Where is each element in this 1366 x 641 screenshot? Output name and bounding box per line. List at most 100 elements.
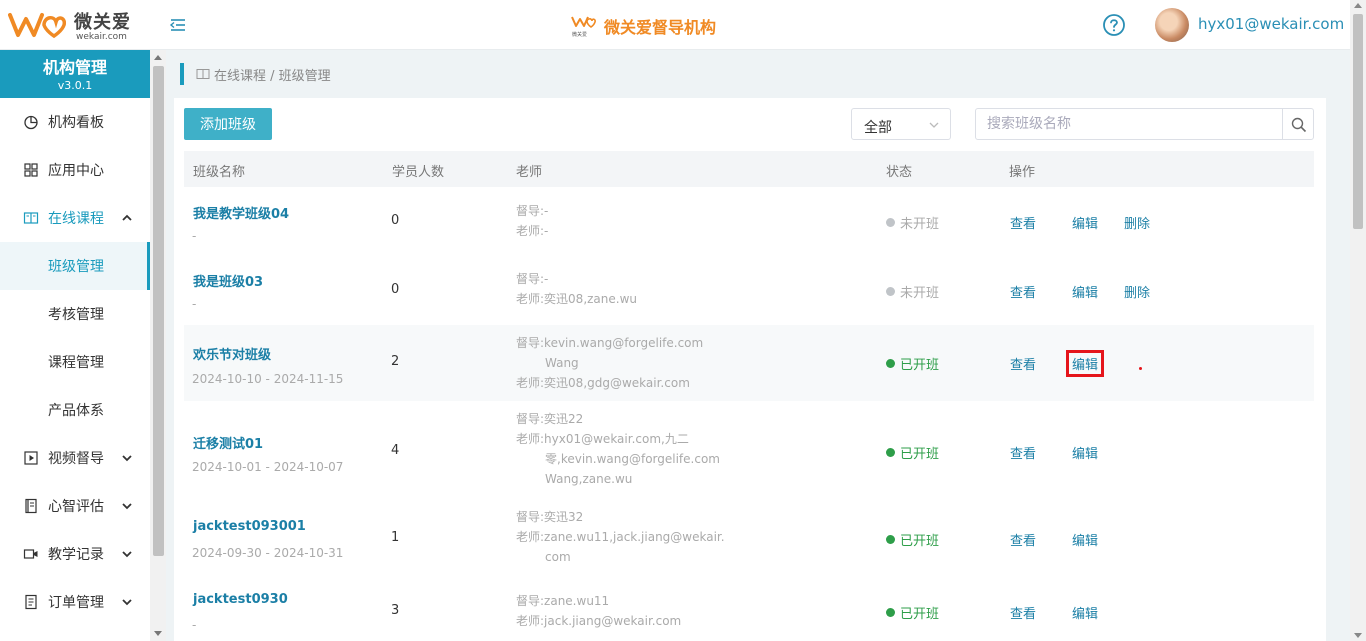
class-name[interactable]: 我是教学班级04	[193, 203, 289, 222]
status-filter-select[interactable]: 全部	[851, 108, 951, 140]
status-badge: 已开班	[886, 530, 939, 549]
notebook-icon	[25, 498, 37, 514]
status-dot	[886, 448, 895, 457]
view-link[interactable]: 查看	[1010, 282, 1036, 301]
user-avatar[interactable]	[1155, 8, 1189, 42]
sidebar-item-course-management[interactable]: 课程管理	[0, 338, 150, 386]
sidebar-item-label: 订单管理	[48, 595, 104, 611]
sidebar-item-label: 班级管理	[48, 259, 104, 275]
class-name[interactable]: jacktest0930	[193, 592, 288, 607]
edit-link[interactable]: 编辑	[1065, 350, 1105, 377]
class-date: -	[192, 297, 197, 311]
column-header: 班级名称	[193, 165, 246, 180]
org-logo-icon: 微关爱	[571, 16, 596, 38]
scroll-down-icon[interactable]	[1354, 633, 1362, 638]
teacher-line: 老师:zane.wu11,jack.jiang@wekair.	[516, 530, 725, 544]
org-logo-text: 微关爱	[572, 31, 587, 38]
table-row: jacktest0930 - 3 督导:zane.wu11 老师:jack.ji…	[184, 575, 1314, 641]
edit-link[interactable]: 编辑	[1072, 603, 1098, 622]
student-count: 0	[391, 282, 400, 297]
sidebar-item-online-course[interactable]: 在线课程	[0, 194, 150, 242]
status-badge: 已开班	[886, 603, 939, 622]
sidebar-item-label: 考核管理	[48, 307, 104, 323]
class-name[interactable]: 欢乐节对班级	[193, 344, 271, 363]
chevron-down-icon	[929, 122, 939, 128]
sidebar-item-label: 心智评估	[48, 499, 104, 515]
status-dot	[886, 535, 895, 544]
supervisor-line: 督导:kevin.wang@forgelife.com	[516, 336, 704, 350]
view-link[interactable]: 查看	[1010, 603, 1036, 622]
sidebar-item-order-management[interactable]: 订单管理	[0, 578, 150, 626]
chevron-down-icon	[122, 455, 132, 462]
sidebar-item-mind-assessment[interactable]: 心智评估	[0, 482, 150, 530]
sidebar-item-label: 应用中心	[48, 163, 104, 179]
brand-domain: wekair.com	[76, 32, 127, 42]
scroll-up-icon[interactable]	[154, 55, 162, 60]
supervisor-line: 督导:奕迅32	[516, 510, 584, 524]
table-row: 迁移测试01 2024-10-01 - 2024-10-07 4 督导:奕迅22…	[184, 401, 1314, 497]
supervisor-line: 督导:-	[516, 204, 549, 218]
book-icon	[23, 212, 39, 224]
sidebar-item-dashboard[interactable]: 机构看板	[0, 98, 150, 146]
student-count: 3	[391, 603, 400, 618]
scroll-up-icon[interactable]	[1354, 3, 1362, 8]
status-dot	[886, 359, 895, 368]
brand-name: 微关爱	[74, 12, 131, 33]
page-scroll-thumb[interactable]	[1353, 14, 1363, 229]
edit-link[interactable]: 编辑	[1072, 530, 1098, 549]
add-class-button[interactable]: 添加班级	[184, 108, 272, 140]
edit-link[interactable]: 编辑	[1072, 213, 1098, 232]
student-count: 0	[391, 213, 400, 228]
sidebar-item-app-center[interactable]: 应用中心	[0, 146, 150, 194]
breadcrumb: 在线课程 / 班级管理	[180, 63, 331, 85]
view-link[interactable]: 查看	[1010, 354, 1036, 373]
sidebar-item-assessment[interactable]: 考核管理	[0, 290, 150, 338]
top-header: 微关爱 wekair.com 微关爱 微关爱督导机构 hyx01@wekair.…	[0, 0, 1366, 50]
table-header: 班级名称 学员人数 老师 状态 操作	[184, 151, 1314, 187]
class-list-card: 添加班级 全部 班级名称 学员人数 老师 状态 操作 我是教学班级04 - 0 …	[174, 98, 1326, 641]
sidebar-scroll-thumb[interactable]	[153, 66, 164, 556]
sidebar-item-teaching-record[interactable]: 教学记录	[0, 530, 150, 578]
sidebar-item-video-supervision[interactable]: 视频督导	[0, 434, 150, 482]
search-button[interactable]	[1282, 108, 1314, 140]
edit-link[interactable]: 编辑	[1072, 443, 1098, 462]
delete-link[interactable]: 删除	[1124, 282, 1150, 301]
brand-logo[interactable]: 微关爱 wekair.com	[8, 7, 138, 45]
class-name[interactable]: 我是班级03	[193, 271, 263, 290]
status-filter-value: 全部	[864, 120, 892, 136]
teacher-line: 老师:-	[516, 224, 549, 238]
view-link[interactable]: 查看	[1010, 530, 1036, 549]
teacher-info: 督导:zane.wu11 老师:jack.jiang@wekair.com	[516, 591, 726, 631]
class-date: 2024-10-01 - 2024-10-07	[192, 460, 344, 474]
status-text: 已开班	[900, 607, 940, 622]
chevron-down-icon	[122, 551, 132, 558]
sidebar-scrollbar[interactable]	[150, 50, 166, 641]
sidebar-item-class-management[interactable]: 班级管理	[0, 242, 150, 290]
org-name: 微关爱督导机构	[604, 18, 717, 37]
view-link[interactable]: 查看	[1010, 213, 1036, 232]
search-class-input[interactable]	[975, 108, 1283, 140]
supervisor-line: 督导:奕迅22	[516, 412, 584, 426]
class-name[interactable]: jacktest093001	[193, 519, 306, 534]
sidebar-item-label: 视频督导	[48, 451, 104, 467]
edit-link[interactable]: 编辑	[1072, 282, 1098, 301]
table-row: jacktest093001 2024-09-30 - 2024-10-31 1…	[184, 497, 1314, 575]
menu-toggle-icon[interactable]	[168, 15, 188, 35]
column-header: 状态	[886, 165, 913, 180]
status-badge: 已开班	[886, 443, 939, 462]
teacher-line-cont: 零,kevin.wang@forgelife.com	[545, 452, 720, 466]
breadcrumb-text: 在线课程 / 班级管理	[214, 68, 331, 84]
delete-link[interactable]: 删除	[1124, 213, 1150, 232]
page-scrollbar[interactable]	[1350, 0, 1366, 641]
status-badge: 未开班	[886, 282, 939, 301]
class-name[interactable]: 迁移测试01	[193, 433, 263, 452]
help-icon[interactable]	[1102, 13, 1126, 37]
table-row: 我是班级03 - 0 督导:- 老师:奕迅08,zane.wu 未开班 查看 编…	[184, 256, 1314, 324]
username[interactable]: hyx01@wekair.com	[1198, 15, 1344, 33]
scroll-down-icon[interactable]	[154, 631, 162, 636]
teacher-info: 督导:- 老师:-	[516, 201, 726, 241]
sidebar-item-label: 课程管理	[48, 355, 104, 371]
cursor-marker	[1139, 367, 1142, 370]
view-link[interactable]: 查看	[1010, 443, 1036, 462]
sidebar-item-product-system[interactable]: 产品体系	[0, 386, 150, 434]
